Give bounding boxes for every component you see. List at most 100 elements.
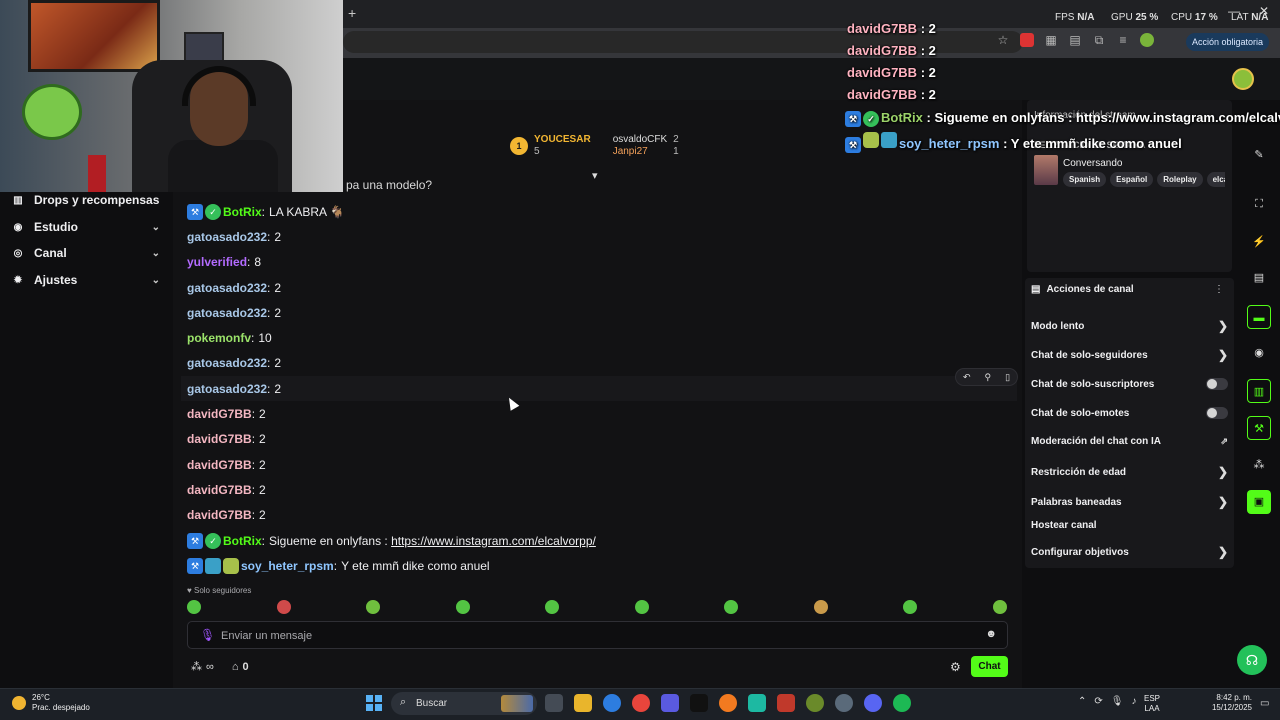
emote-icon[interactable] bbox=[455, 600, 470, 614]
chat-settings-icon[interactable]: ⚙ bbox=[950, 660, 961, 674]
emote-icon[interactable] bbox=[545, 600, 560, 614]
notification-icon[interactable]: ▭ bbox=[1260, 698, 1269, 709]
task-view-icon[interactable] bbox=[545, 694, 563, 712]
settings-icon[interactable] bbox=[835, 694, 853, 712]
tag[interactable]: Spanish bbox=[1063, 172, 1107, 187]
action-ai-moderation[interactable]: Moderación del chat con IA ⇗ bbox=[1031, 436, 1228, 447]
cpu-value: 17 bbox=[1194, 12, 1207, 23]
action-followers-only[interactable]: Chat de solo-seguidores ❯ bbox=[1031, 348, 1228, 362]
undo-icon[interactable]: ↶ bbox=[963, 372, 971, 383]
delete-icon[interactable]: ▯ bbox=[1005, 372, 1010, 383]
chrome-icon[interactable] bbox=[632, 694, 650, 712]
action-banned-words[interactable]: Palabras baneadas ❯ bbox=[1031, 495, 1228, 509]
firefox-icon[interactable] bbox=[719, 694, 737, 712]
subscribers-only-toggle[interactable] bbox=[1206, 378, 1228, 390]
extension-icon[interactable]: ▤ bbox=[1068, 33, 1082, 47]
emote-icon[interactable] bbox=[813, 600, 828, 614]
chat-username[interactable]: yulverified bbox=[187, 255, 247, 269]
chat-username[interactable]: gatoasado232 bbox=[187, 382, 267, 396]
discord-icon[interactable] bbox=[864, 694, 882, 712]
chat-input[interactable]: 🎙 Enviar un mensaje ☻ bbox=[187, 621, 1008, 649]
points-icon[interactable]: ⁂ bbox=[1247, 453, 1271, 477]
voicemeeter-icon[interactable] bbox=[777, 694, 795, 712]
more-options-icon[interactable]: ⋮ bbox=[1214, 284, 1224, 295]
chat-username[interactable]: davidG7BB bbox=[187, 407, 252, 421]
chat-send-button[interactable]: Chat bbox=[971, 656, 1008, 677]
collapse-icon[interactable]: ▾ bbox=[592, 169, 598, 182]
layout-icon[interactable]: ▥ bbox=[1247, 379, 1271, 403]
points-icon[interactable]: ⁂ bbox=[191, 660, 202, 673]
new-tab-button[interactable]: + bbox=[348, 5, 356, 21]
user-avatar[interactable] bbox=[1232, 68, 1254, 90]
emoji-icon[interactable]: ☻ bbox=[985, 628, 997, 640]
clipboard-icon[interactable]: ▤ bbox=[1247, 266, 1271, 290]
accion-obligatoria-button[interactable]: Acción obligatoria bbox=[1186, 33, 1270, 51]
chat-username[interactable]: BotRix bbox=[223, 205, 262, 219]
spotify-icon[interactable] bbox=[893, 694, 911, 712]
weather-widget[interactable]: 26°C Prac. despejado bbox=[12, 693, 90, 713]
tag[interactable]: elca bbox=[1206, 172, 1225, 187]
extension-icon[interactable]: ▦ bbox=[1044, 33, 1058, 47]
emote-icon[interactable] bbox=[276, 600, 291, 614]
emote-icon[interactable] bbox=[366, 600, 381, 614]
action-host-channel[interactable]: Hostear canal bbox=[1031, 520, 1228, 531]
language-indicator[interactable]: ESP LAA bbox=[1144, 694, 1160, 714]
profile-avatar[interactable] bbox=[1140, 33, 1154, 47]
broadcast-icon[interactable]: ◉ bbox=[1247, 341, 1271, 365]
sidebar-item-drops[interactable]: ▥ Drops y recompensas bbox=[12, 193, 162, 207]
app-icon[interactable] bbox=[748, 694, 766, 712]
edge-icon[interactable] bbox=[603, 694, 621, 712]
emote-icon[interactable] bbox=[634, 600, 649, 614]
game-icon[interactable] bbox=[661, 694, 679, 712]
emote-icon[interactable] bbox=[992, 600, 1007, 614]
app-icon[interactable]: ▣ bbox=[1247, 490, 1271, 514]
action-age-restriction[interactable]: Restricción de edad ❯ bbox=[1031, 465, 1228, 479]
chat-username[interactable]: gatoasado232 bbox=[187, 230, 267, 244]
chat-username[interactable]: pokemonfv bbox=[187, 331, 251, 345]
extension-icon[interactable] bbox=[1020, 33, 1034, 47]
star-icon[interactable]: ☆ bbox=[996, 33, 1010, 47]
chat-username[interactable]: gatoasado232 bbox=[187, 356, 267, 370]
file-explorer-icon[interactable] bbox=[574, 694, 592, 712]
capcut-icon[interactable] bbox=[690, 694, 708, 712]
puzzle-icon[interactable]: ⧉ bbox=[1092, 33, 1106, 47]
windows-start-icon[interactable] bbox=[366, 695, 382, 711]
chat-username[interactable]: BotRix bbox=[223, 534, 262, 548]
chat-link[interactable]: https://www.instagram.com/elcalvorpp/ bbox=[391, 534, 596, 548]
gift-icon[interactable]: ⌂ bbox=[232, 661, 239, 673]
emotes-only-toggle[interactable] bbox=[1206, 407, 1228, 419]
lightning-icon[interactable]: ⚡ bbox=[1247, 230, 1271, 254]
action-configure-goals[interactable]: Configurar objetivos ❯ bbox=[1031, 545, 1228, 559]
media-icon[interactable]: ≡ bbox=[1116, 33, 1130, 47]
chat-username[interactable]: davidG7BB bbox=[187, 432, 252, 446]
chat-username[interactable]: davidG7BB bbox=[187, 508, 252, 522]
action-slow-mode[interactable]: Modo lento ❯ bbox=[1031, 319, 1228, 333]
clock[interactable]: 8:42 p. m. 15/12/2025 bbox=[1208, 693, 1252, 713]
sidebar-item-canal[interactable]: ◎ Canal ⌄ bbox=[12, 246, 162, 260]
chat-username[interactable]: davidG7BB bbox=[187, 483, 252, 497]
sidebar-item-estudio[interactable]: ◉ Estudio ⌄ bbox=[12, 220, 162, 234]
chat-icon[interactable]: ▬ bbox=[1247, 305, 1271, 329]
app-icon[interactable] bbox=[806, 694, 824, 712]
tag[interactable]: Roleplay bbox=[1157, 172, 1203, 187]
wrench-icon[interactable]: ⚒ bbox=[1247, 416, 1271, 440]
emote-icon[interactable] bbox=[187, 600, 201, 614]
edit-icon[interactable]: ✎ bbox=[1247, 143, 1271, 167]
chat-username[interactable]: davidG7BB bbox=[187, 458, 252, 472]
tag[interactable]: Español bbox=[1110, 172, 1154, 187]
scan-icon[interactable]: ⛶ bbox=[1247, 192, 1271, 216]
sidebar-item-ajustes[interactable]: ✹ Ajustes ⌄ bbox=[12, 273, 162, 287]
microphone-icon[interactable]: 🎙 bbox=[1111, 696, 1124, 707]
help-icon[interactable]: ☊ bbox=[1237, 645, 1267, 675]
chat-username[interactable]: gatoasado232 bbox=[187, 281, 267, 295]
chat-username[interactable]: soy_heter_rpsm bbox=[241, 559, 334, 573]
chevron-up-icon[interactable]: ⌃ bbox=[1078, 696, 1086, 707]
sync-icon[interactable]: ⟳ bbox=[1094, 696, 1102, 707]
chat-username[interactable]: gatoasado232 bbox=[187, 306, 267, 320]
emote-icon[interactable] bbox=[724, 600, 739, 614]
pin-icon[interactable]: ⚲ bbox=[985, 372, 992, 383]
microphone-icon[interactable]: 🎙 bbox=[200, 628, 215, 642]
volume-icon[interactable]: ♪ bbox=[1131, 696, 1136, 707]
taskbar-search[interactable]: ⌕ Buscar bbox=[391, 692, 537, 715]
emote-icon[interactable] bbox=[903, 600, 918, 614]
